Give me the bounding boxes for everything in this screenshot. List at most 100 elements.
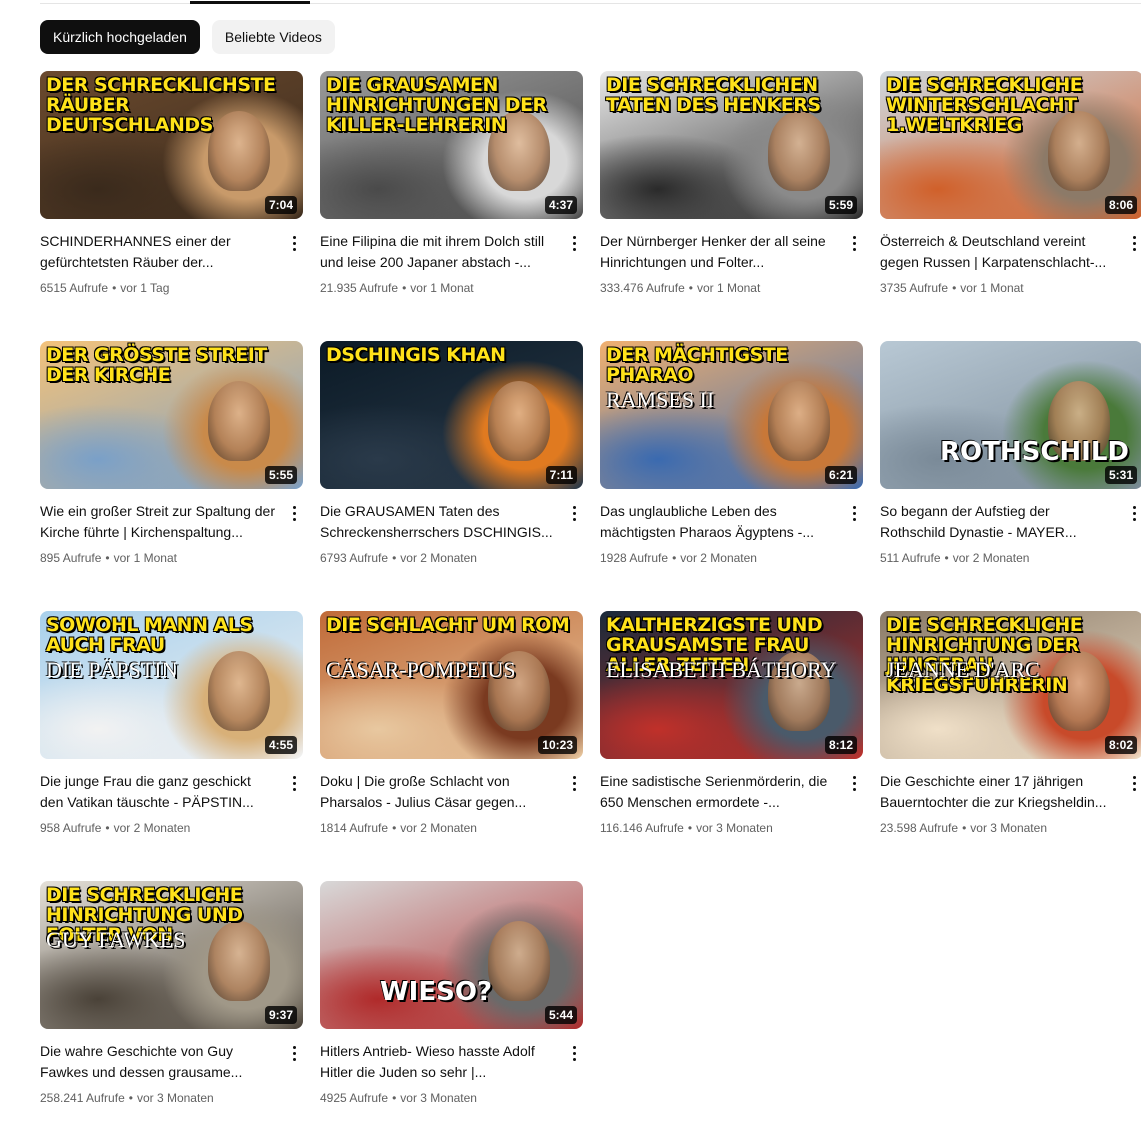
thumbnail-portrait <box>768 381 830 461</box>
video-thumbnail[interactable]: Die schrecklichen Taten des Henkers 5:59 <box>600 71 863 219</box>
thumbnail-subtitle: DIE PÄPSTIN <box>46 657 178 682</box>
menu-dot <box>1132 775 1136 779</box>
video-title[interactable]: SCHINDERHANNES einer der gefürchtetsten … <box>40 231 278 273</box>
view-count: 333.476 Aufrufe <box>600 281 685 295</box>
video-thumbnail[interactable]: Die schreckliche Hinrichtung der Jungfra… <box>880 611 1141 759</box>
video-title[interactable]: Das unglaubliche Leben des mächtigsten P… <box>600 501 838 543</box>
menu-dot <box>572 511 576 515</box>
more-actions-icon[interactable] <box>566 501 582 525</box>
duration-badge: 5:59 <box>824 196 857 214</box>
meta-separator: • <box>392 551 397 565</box>
video-card[interactable]: Die schreckliche Hinrichtung und Folter … <box>40 881 303 1131</box>
video-card[interactable]: Dschingis Khan 7:11 Die GRAUSAMEN Taten de… <box>320 341 583 591</box>
thumbnail-portrait <box>208 381 270 461</box>
active-tab-indicator <box>190 1 310 4</box>
video-card[interactable]: Die Schlacht um Rom CÄSAR-POMPEIUS 10:23 Do… <box>320 611 583 861</box>
video-thumbnail[interactable]: Die schreckliche Hinrichtung und Folter … <box>40 881 303 1029</box>
menu-dot <box>1132 505 1136 509</box>
thumbnail-headline: Die Schlacht um Rom <box>326 614 570 636</box>
view-count: 6793 Aufrufe <box>320 551 389 565</box>
video-title[interactable]: Hitlers Antrieb- Wieso hasste Adolf Hitl… <box>320 1041 558 1083</box>
channel-tabs-underline <box>0 0 1141 4</box>
video-card[interactable]: ROTHSCHILD 5:31 So begann der Aufstieg der… <box>880 341 1141 591</box>
video-thumbnail[interactable]: Der größte Streit der Kirche 5:55 <box>40 341 303 489</box>
more-actions-icon[interactable] <box>566 771 582 795</box>
video-card[interactable]: Der schrecklichste Räuber Deutschlands 7:… <box>40 71 303 321</box>
video-thumbnail[interactable]: Die schreckliche Winterschlacht 1.Weltkr… <box>880 71 1141 219</box>
menu-dot <box>1132 511 1136 515</box>
video-card[interactable]: WIESO? 5:44 Hitlers Antrieb- Wieso hasste … <box>320 881 583 1131</box>
chip-recently-uploaded[interactable]: Kürzlich hochgeladen <box>40 20 200 54</box>
video-title[interactable]: Eine Filipina die mit ihrem Dolch still … <box>320 231 558 273</box>
video-title[interactable]: Der Nürnberger Henker der all seine Hinr… <box>600 231 838 273</box>
upload-age: vor 1 Tag <box>120 281 170 295</box>
menu-dot <box>572 241 576 245</box>
video-thumbnail[interactable]: Der mächtigste Pharao RAMSES II 6:21 <box>600 341 863 489</box>
video-title[interactable]: Eine sadistische Serienmörderin, die 650… <box>600 771 838 813</box>
meta-separator: • <box>944 551 949 565</box>
thumbnail-subtitle: ELISABETH BÁTHORY <box>606 657 837 682</box>
video-title[interactable]: Die Geschichte einer 17 jährigen Bauernt… <box>880 771 1118 813</box>
video-card[interactable]: Die grausamen Hinrichtungen der Killer-L… <box>320 71 583 321</box>
menu-dot <box>292 781 296 785</box>
menu-dot <box>852 775 856 779</box>
video-title[interactable]: Wie ein großer Streit zur Spaltung der K… <box>40 501 278 543</box>
video-metadata: 1928 Aufrufe • vor 2 Monaten <box>600 551 757 565</box>
video-thumbnail[interactable]: Der schrecklichste Räuber Deutschlands 7:… <box>40 71 303 219</box>
more-actions-icon[interactable] <box>1126 771 1141 795</box>
video-thumbnail[interactable]: Die grausamen Hinrichtungen der Killer-L… <box>320 71 583 219</box>
thumbnail-subtitle: JEANNE D'ARC <box>886 657 1040 682</box>
more-actions-icon[interactable] <box>846 771 862 795</box>
more-actions-icon[interactable] <box>846 231 862 255</box>
upload-age: vor 2 Monaten <box>400 821 477 835</box>
video-card[interactable]: Der größte Streit der Kirche 5:55 Wie ein … <box>40 341 303 591</box>
video-title[interactable]: So begann der Aufstieg der Rothschild Dy… <box>880 501 1118 543</box>
video-card[interactable]: Die schrecklichen Taten des Henkers 5:59 D… <box>600 71 863 321</box>
more-actions-icon[interactable] <box>286 231 302 255</box>
meta-separator: • <box>687 821 693 835</box>
upload-age: vor 1 Monat <box>960 281 1024 295</box>
more-actions-icon[interactable] <box>846 501 862 525</box>
video-title[interactable]: Die junge Frau die ganz geschickt den Va… <box>40 771 278 813</box>
meta-separator: • <box>128 1091 133 1105</box>
menu-dot <box>572 1051 576 1055</box>
meta-separator: • <box>105 551 110 565</box>
video-title[interactable]: Die wahre Geschichte von Guy Fawkes und … <box>40 1041 278 1083</box>
meta-separator: • <box>105 821 110 835</box>
duration-badge: 5:31 <box>1104 466 1137 484</box>
video-thumbnail[interactable]: Kaltherzigste und grausamste Frau aller … <box>600 611 863 759</box>
video-card[interactable]: Die schreckliche Hinrichtung der Jungfra… <box>880 611 1141 861</box>
thumbnail-headline: Der schrecklichste Räuber Deutschlands <box>46 74 276 136</box>
menu-dot <box>292 241 296 245</box>
menu-dot <box>292 235 296 239</box>
video-title[interactable]: Doku | Die große Schlacht von Pharsalos … <box>320 771 558 813</box>
video-card[interactable]: Der mächtigste Pharao RAMSES II 6:21 Das un… <box>600 341 863 591</box>
video-thumbnail[interactable]: Die Schlacht um Rom CÄSAR-POMPEIUS 10:23 <box>320 611 583 759</box>
more-actions-icon[interactable] <box>1126 231 1141 255</box>
video-thumbnail[interactable]: WIESO? 5:44 <box>320 881 583 1029</box>
video-thumbnail[interactable]: ROTHSCHILD 5:31 <box>880 341 1141 489</box>
video-card[interactable]: Kaltherzigste und grausamste Frau aller … <box>600 611 863 861</box>
more-actions-icon[interactable] <box>286 771 302 795</box>
video-title[interactable]: Österreich & Deutschland vereint gegen R… <box>880 231 1118 273</box>
video-metadata: 1814 Aufrufe • vor 2 Monaten <box>320 821 477 835</box>
upload-age: vor 2 Monaten <box>113 821 191 835</box>
video-card[interactable]: Sowohl Mann als auch Frau DIE PÄPSTIN 4:55… <box>40 611 303 861</box>
more-actions-icon[interactable] <box>566 231 582 255</box>
video-title[interactable]: Die GRAUSAMEN Taten des Schreckensherrsc… <box>320 501 558 543</box>
video-card[interactable]: Die schreckliche Winterschlacht 1.Weltkr… <box>880 71 1141 321</box>
more-actions-icon[interactable] <box>286 1041 302 1065</box>
duration-badge: 4:37 <box>544 196 577 214</box>
thumbnail-headline: Die schreckliche Hinrichtung der Jungfra… <box>886 614 1083 696</box>
video-thumbnail[interactable]: Dschingis Khan 7:11 <box>320 341 583 489</box>
video-thumbnail[interactable]: Sowohl Mann als auch Frau DIE PÄPSTIN 4:55 <box>40 611 303 759</box>
more-actions-icon[interactable] <box>566 1041 582 1065</box>
duration-badge: 8:12 <box>824 736 857 754</box>
chip-popular-videos[interactable]: Beliebte Videos <box>211 20 335 54</box>
duration-badge: 5:55 <box>264 466 297 484</box>
thumbnail-portrait <box>208 651 270 731</box>
duration-badge: 5:44 <box>544 1006 577 1024</box>
more-actions-icon[interactable] <box>1126 501 1141 525</box>
video-metadata: 21.935 Aufrufe • vor 1 Monat <box>320 281 474 295</box>
more-actions-icon[interactable] <box>286 501 302 525</box>
